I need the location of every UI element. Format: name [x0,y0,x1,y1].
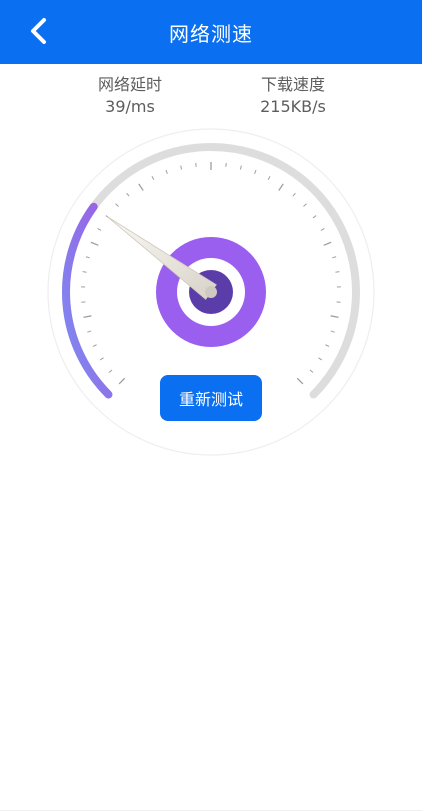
gauge-tick [151,175,155,180]
gauge-tick [318,357,323,361]
gauge-tick [99,357,104,361]
gauge-tick [138,183,144,191]
gauge-tick [325,344,330,347]
gauge-tick [312,215,317,219]
gauge-tick [92,344,97,347]
gauge-tick [335,271,340,273]
speed-test-screen: 网络测速 网络延时 39/ms 下载速度 215KB/s 重新测试 [0,0,422,811]
gauge-progress-arc [62,202,113,399]
gauge-needle-cap [205,286,217,298]
gauge-tick [108,369,113,373]
gauge-tick [309,369,314,373]
gauge-tick [323,241,332,246]
gauge-tick [85,256,90,259]
gauge-tick [165,169,168,174]
gauge-tick [115,203,119,207]
gauge-tick [126,192,130,197]
latency-metric: 网络延时 39/ms [60,75,200,118]
gauge-tick [239,165,242,170]
app-header: 网络测速 [0,0,422,64]
gauge-tick [180,165,183,170]
download-speed-metric: 下载速度 215KB/s [223,75,363,118]
gauge-tick [97,228,102,231]
retest-button[interactable]: 重新测试 [160,375,262,421]
gauge-tick [332,256,337,259]
gauge-tick [87,330,92,333]
gauge-tick [320,228,325,231]
gauge-tick [303,203,307,207]
gauge-tick [330,315,339,318]
latency-label: 网络延时 [97,75,162,94]
gauge-tick [296,377,304,385]
download-speed-label: 下载速度 [260,75,325,94]
gauge-tick [330,330,335,333]
download-speed-value: 215KB/s [260,97,326,116]
gauge-tick [83,315,92,318]
gauge-tick [90,241,99,246]
gauge-tick [292,192,296,197]
gauge-tick [254,169,257,174]
gauge-tick [267,175,271,180]
gauge-tick [278,183,284,191]
page-title: 网络测速 [169,22,253,46]
latency-value: 39/ms [105,97,155,116]
gauge-tick [118,377,126,385]
gauge-tick [82,271,87,273]
